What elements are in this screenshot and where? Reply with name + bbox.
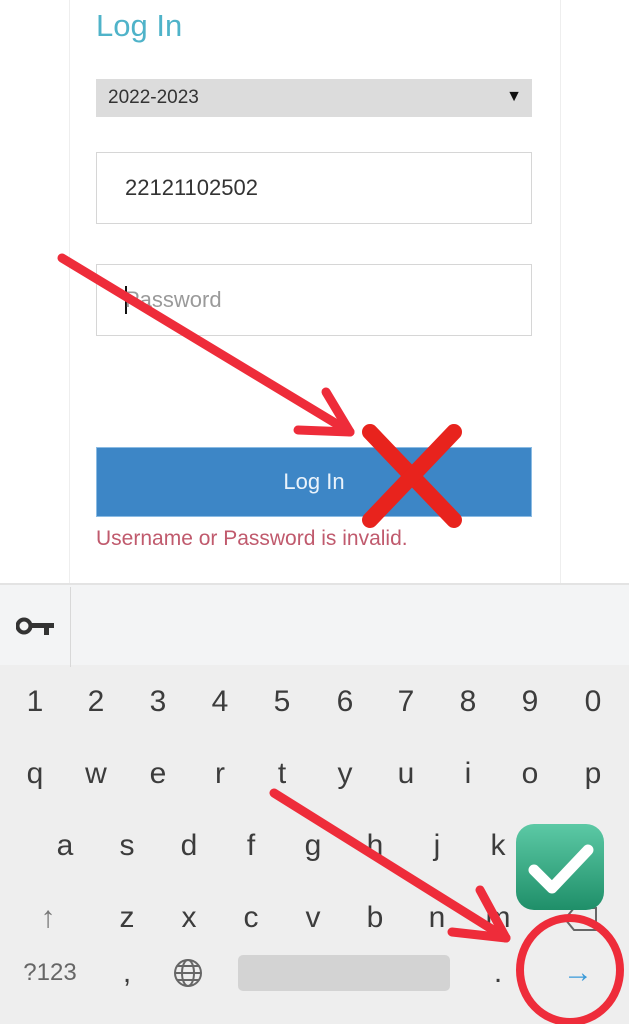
username-value: 22121102502 [125, 175, 258, 200]
login-button-label: Log In [283, 469, 345, 494]
key-4[interactable]: 4 [195, 672, 245, 732]
session-select[interactable]: 2022-2023 ▼ [96, 79, 532, 117]
key-i[interactable]: i [443, 744, 493, 804]
comma-key[interactable]: , [102, 955, 152, 991]
login-button[interactable]: Log In [96, 447, 532, 517]
key-j[interactable]: j [412, 816, 462, 876]
key-x[interactable]: x [164, 888, 214, 948]
key-8[interactable]: 8 [443, 672, 493, 732]
key-f[interactable]: f [226, 816, 276, 876]
key-c[interactable]: c [226, 888, 276, 948]
key-t[interactable]: t [257, 744, 307, 804]
key-s[interactable]: s [102, 816, 152, 876]
key-a[interactable]: a [40, 816, 90, 876]
key-5[interactable]: 5 [257, 672, 307, 732]
key-u[interactable]: u [381, 744, 431, 804]
space-bar[interactable] [238, 955, 450, 991]
green-check-annotation [516, 824, 604, 910]
password-placeholder: Password [125, 287, 222, 312]
symbols-key[interactable]: ?123 [15, 955, 85, 991]
key-v[interactable]: v [288, 888, 338, 948]
key-b[interactable]: b [350, 888, 400, 948]
session-select-value: 2022-2023 [108, 87, 199, 108]
triangle-down-icon: ▼ [506, 88, 522, 105]
error-message: Username or Password is invalid. [96, 527, 408, 550]
key-r[interactable]: r [195, 744, 245, 804]
key-h[interactable]: h [350, 816, 400, 876]
key-q[interactable]: q [10, 744, 60, 804]
keyboard-toolbar [0, 583, 629, 667]
key-icon[interactable] [16, 615, 56, 637]
enter-key[interactable]: → [553, 955, 603, 991]
globe-icon[interactable] [172, 957, 204, 989]
key-0[interactable]: 0 [568, 672, 618, 732]
key-2[interactable]: 2 [71, 672, 121, 732]
number-row: 1 2 3 4 5 6 7 8 9 0 [0, 672, 629, 732]
checkmark-icon [528, 844, 594, 894]
letter-row-1: q w e r t y u i o p [0, 744, 629, 804]
key-g[interactable]: g [288, 816, 338, 876]
username-field[interactable]: 22121102502 [96, 152, 532, 224]
page-title: Log In [96, 8, 183, 43]
key-1[interactable]: 1 [10, 672, 60, 732]
password-field[interactable]: Password [96, 264, 532, 336]
key-6[interactable]: 6 [320, 672, 370, 732]
key-n[interactable]: n [412, 888, 462, 948]
key-9[interactable]: 9 [505, 672, 555, 732]
key-3[interactable]: 3 [133, 672, 183, 732]
toolbar-divider [70, 587, 71, 667]
shift-key[interactable]: ↑ [23, 888, 73, 948]
key-d[interactable]: d [164, 816, 214, 876]
key-y[interactable]: y [320, 744, 370, 804]
key-p[interactable]: p [568, 744, 618, 804]
key-z[interactable]: z [102, 888, 152, 948]
key-o[interactable]: o [505, 744, 555, 804]
key-w[interactable]: w [71, 744, 121, 804]
key-e[interactable]: e [133, 744, 183, 804]
period-key[interactable]: . [473, 955, 523, 991]
key-7[interactable]: 7 [381, 672, 431, 732]
